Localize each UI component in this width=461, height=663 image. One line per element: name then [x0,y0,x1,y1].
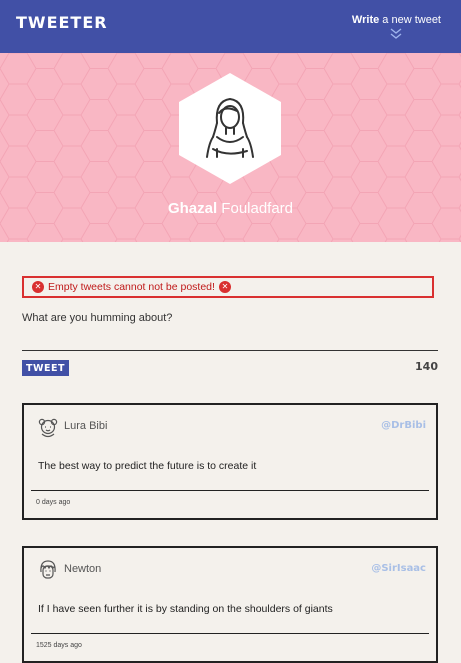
write-tweet-bold: Write [351,14,380,26]
error-message: ✕ Empty tweets cannot not be posted! ✕ [22,276,434,298]
error-icon: ✕ [32,281,44,293]
profile-name: Ghazal Fouladfard [0,200,461,217]
tweet-timestamp: 0 days ago [36,499,71,506]
tweet-card: Newton @SirIsaac If I have seen further … [22,546,438,663]
top-nav: TWEETER Write a new tweet [0,0,461,53]
compose-underline [22,350,438,351]
error-text: Empty tweets cannot not be posted! [48,281,215,293]
tweet-divider [31,490,429,491]
double-chevron-down-icon [391,28,402,39]
compose-input[interactable]: What are you humming about? [22,312,172,324]
profile-avatar[interactable] [177,71,283,186]
user-avatar-icon [40,560,56,579]
tweet-text: If I have seen further it is by standing… [38,603,333,615]
tweet-card: Lura Bibi @DrBibi The best way to predic… [22,403,438,520]
tweet-author-name: Newton [64,563,102,575]
app-logo[interactable]: TWEETER [16,13,108,32]
user-avatar-icon [38,418,58,438]
error-icon: ✕ [218,281,231,293]
tweet-button[interactable]: TWEET [22,360,69,376]
write-tweet-rest: a new tweet [379,14,441,26]
write-tweet-link[interactable]: Write a new tweet [352,14,441,40]
last-name: Fouladfard [217,200,294,217]
tweet-timestamp: 1525 days ago [36,642,82,649]
first-name: Ghazal [167,200,218,217]
tweet-author-handle[interactable]: @DrBibi [381,420,426,431]
tweet-text: The best way to predict the future is to… [38,460,257,472]
char-counter: 140 [415,360,438,373]
tweet-divider [31,633,429,634]
tweet-author-name: Lura Bibi [64,420,108,432]
profile-header: Ghazal Fouladfard [0,53,461,242]
tweet-author-handle[interactable]: @SirIsaac [371,563,426,574]
